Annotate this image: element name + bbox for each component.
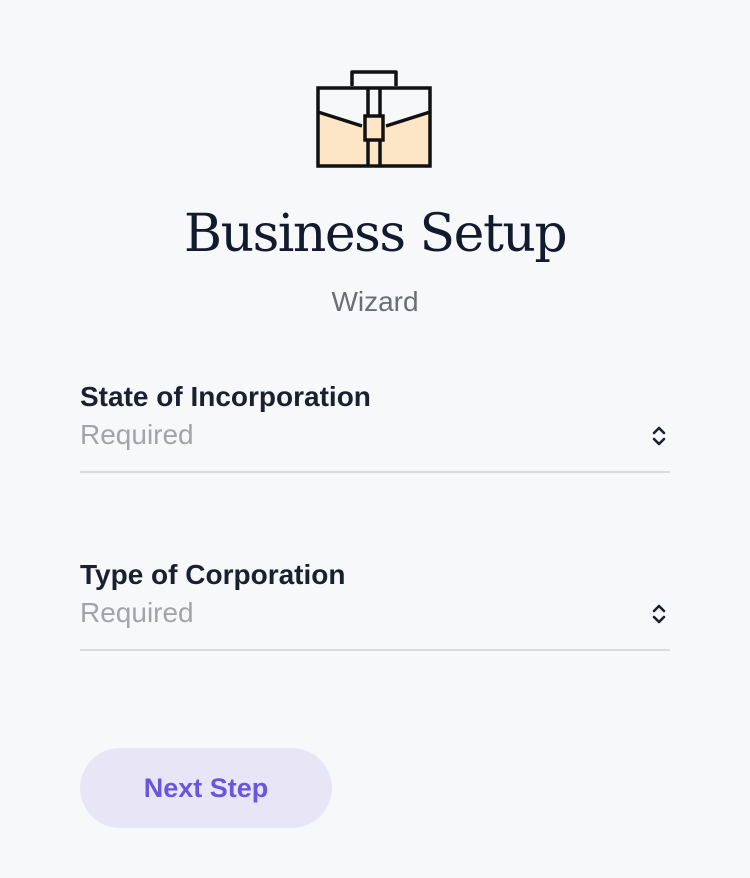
state-of-incorporation-field: State of Incorporation Required [80,380,670,490]
page-subtitle: Wizard [331,286,419,317]
type-of-corporation-field: Type of Corporation Required [80,558,670,668]
state-of-incorporation-select[interactable]: Required [80,418,670,473]
state-of-incorporation-label: State of Incorporation [80,381,371,412]
page-title: Business Setup [183,204,568,264]
chevron-up-down-icon [650,602,668,626]
type-of-corporation-placeholder: Required [80,597,194,628]
state-of-incorporation-placeholder: Required [80,419,194,450]
next-step-button[interactable]: Next Step [80,748,332,828]
type-of-corporation-label: Type of Corporation [80,559,346,590]
briefcase-icon [314,68,434,170]
chevron-up-down-icon [650,424,668,448]
type-of-corporation-select[interactable]: Required [80,596,670,651]
